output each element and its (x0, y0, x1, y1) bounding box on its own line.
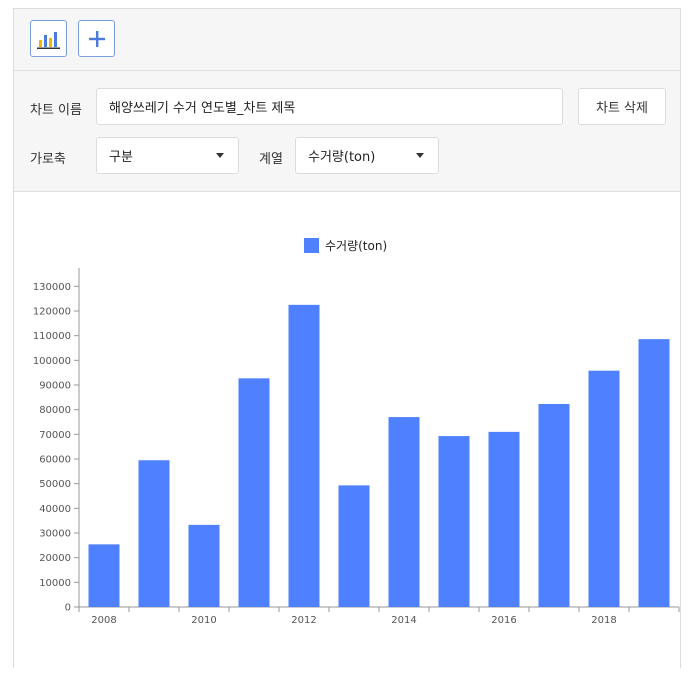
x-tick-label: 2010 (191, 615, 216, 626)
legend-swatch (304, 238, 319, 253)
chevron-down-icon (416, 153, 424, 158)
x-tick-label: 2018 (591, 615, 616, 626)
bar (638, 339, 670, 607)
x-axis-select[interactable]: 구분 (96, 137, 239, 174)
bar (388, 417, 420, 607)
x-axis-value: 구분 (109, 150, 133, 165)
chevron-down-icon (216, 153, 224, 158)
y-tick-label: 90000 (39, 381, 71, 392)
series-value: 수거량(ton) (308, 150, 376, 165)
legend-label: 수거량(ton) (325, 239, 387, 253)
plus-icon (88, 30, 105, 47)
y-tick-label: 40000 (39, 504, 71, 515)
y-tick-label: 80000 (39, 405, 71, 416)
y-tick-label: 20000 (39, 553, 71, 564)
y-tick-label: 120000 (33, 307, 71, 318)
chart-name-value: 해양쓰레기 수거 연도별_차트 제목 (109, 101, 296, 116)
y-tick-label: 100000 (33, 356, 71, 367)
bar (488, 431, 520, 607)
chart-name-input[interactable]: 해양쓰레기 수거 연도별_차트 제목 (96, 88, 563, 125)
chart-area: 수거량(ton) 0 10000 20000 30000 40000 50000 60000 7… (14, 192, 680, 669)
chart-editor-panel: 차트 이름 해양쓰레기 수거 연도별_차트 제목 차트 삭제 가로축 구분 계열… (13, 8, 681, 669)
x-tick-label: 2016 (491, 615, 516, 626)
x-axis-label: 가로축 (30, 152, 66, 167)
y-tick-label: 60000 (39, 455, 71, 466)
bar-chart: 수거량(ton) 0 10000 20000 30000 40000 50000 60000 7… (33, 238, 680, 626)
bar-chart-icon (36, 31, 60, 49)
bar (88, 544, 120, 607)
bar (538, 403, 570, 607)
delete-chart-button[interactable]: 차트 삭제 (578, 88, 666, 125)
y-tick-label: 70000 (39, 430, 71, 441)
bar (188, 524, 220, 607)
chart-name-label: 차트 이름 (30, 103, 82, 118)
add-chart-button[interactable] (78, 20, 115, 57)
series-select[interactable]: 수거량(ton) (295, 137, 439, 174)
chart-type-button[interactable] (30, 20, 67, 57)
y-tick-label: 0 (65, 603, 71, 614)
x-tick-label: 2012 (291, 615, 316, 626)
y-tick-label: 30000 (39, 529, 71, 540)
bar (288, 304, 320, 607)
bar (588, 370, 620, 607)
chart-settings: 차트 이름 해양쓰레기 수거 연도별_차트 제목 차트 삭제 가로축 구분 계열… (14, 71, 680, 192)
bar (138, 460, 170, 607)
y-tick-label: 50000 (39, 479, 71, 490)
bar (238, 378, 270, 607)
x-tick-label: 2008 (91, 615, 116, 626)
y-tick-label: 10000 (39, 578, 71, 589)
toolbar (14, 9, 680, 71)
bar (338, 485, 370, 607)
bar (438, 436, 470, 607)
y-tick-label: 130000 (33, 282, 71, 293)
x-tick-label: 2014 (391, 615, 416, 626)
y-tick-label: 110000 (33, 331, 71, 342)
series-label: 계열 (259, 152, 283, 167)
